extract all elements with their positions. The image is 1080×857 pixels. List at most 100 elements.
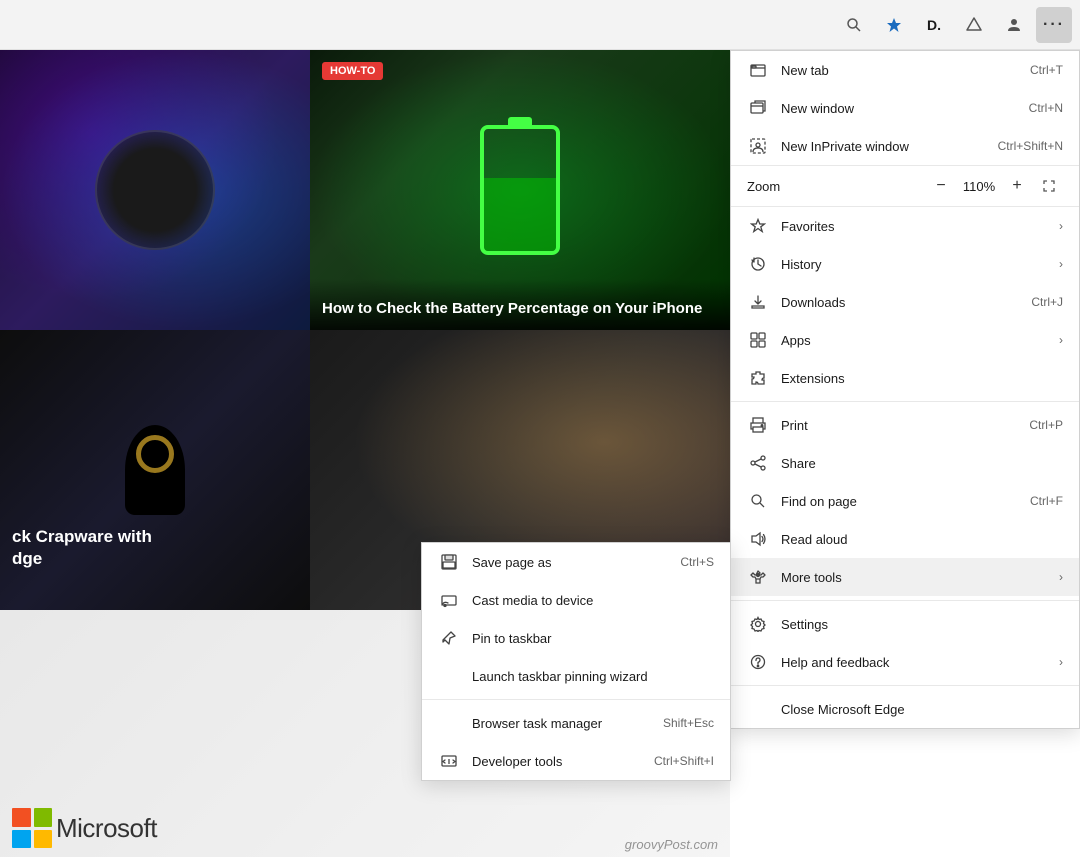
zoom-label: Zoom — [747, 179, 927, 194]
save-page-icon — [438, 551, 460, 573]
submenu-divider — [422, 699, 730, 700]
microsoft-logo-area: Microsoft — [12, 808, 157, 848]
task-manager-shortcut: Shift+Esc — [663, 716, 714, 730]
favorites-icon — [747, 215, 769, 237]
menu-button[interactable]: ··· — [1036, 7, 1072, 43]
favorites-label: Favorites — [781, 219, 1051, 234]
immersive-reader-icon[interactable] — [956, 7, 992, 43]
submenu-save-page[interactable]: Save page as Ctrl+S — [422, 543, 730, 581]
downloads-label: Downloads — [781, 295, 1031, 310]
downloads-icon — [747, 291, 769, 313]
menu-divider-1 — [731, 401, 1079, 402]
apps-label: Apps — [781, 333, 1051, 348]
find-on-page-label: Find on page — [781, 494, 1030, 509]
article-card-keyhole: ck Crapware withdge — [0, 330, 310, 610]
zoom-value: 110% — [955, 179, 1003, 194]
howto-badge: HOW-TO — [322, 62, 383, 80]
menu-share[interactable]: Share — [731, 444, 1079, 482]
read-aloud-label: Read aloud — [781, 532, 1063, 547]
content-area: HOW-TO How to Check the Battery Percenta… — [0, 50, 1080, 857]
dev-tools-shortcut: Ctrl+Shift+I — [654, 754, 714, 768]
menu-favorites[interactable]: Favorites › — [731, 207, 1079, 245]
menu-inprivate[interactable]: New InPrivate window Ctrl+Shift+N — [731, 127, 1079, 165]
menu-divider-2 — [731, 600, 1079, 601]
extensions-icon — [747, 367, 769, 389]
pin-taskbar-label: Pin to taskbar — [472, 631, 552, 646]
dev-tools-label: Developer tools — [472, 754, 562, 769]
groovy-watermark: groovyPost.com — [625, 837, 718, 852]
menu-read-aloud[interactable]: Read aloud — [731, 520, 1079, 558]
collections-toolbar-icon[interactable]: D. — [916, 7, 952, 43]
save-page-shortcut: Ctrl+S — [680, 555, 714, 569]
submenu-cast[interactable]: Cast media to device — [422, 581, 730, 619]
help-icon — [747, 651, 769, 673]
battery-visual — [480, 125, 560, 255]
menu-new-window[interactable]: New window Ctrl+N — [731, 89, 1079, 127]
favorites-arrow: › — [1059, 219, 1063, 233]
help-label: Help and feedback — [781, 655, 1051, 670]
pin-taskbar-icon — [438, 627, 460, 649]
submenu-task-manager[interactable]: Browser task manager Shift+Esc — [422, 704, 730, 742]
more-tools-arrow: › — [1059, 570, 1063, 584]
task-manager-label: Browser task manager — [472, 716, 602, 731]
settings-label: Settings — [781, 617, 1063, 632]
zoom-plus-button[interactable]: + — [1003, 172, 1031, 200]
read-aloud-icon — [747, 528, 769, 550]
search-toolbar-icon[interactable] — [836, 7, 872, 43]
share-label: Share — [781, 456, 1063, 471]
menu-more-tools[interactable]: More tools › — [731, 558, 1079, 596]
zoom-minus-button[interactable]: − — [927, 172, 955, 200]
settings-icon — [747, 613, 769, 635]
more-tools-submenu: Save page as Ctrl+S Cast media to device… — [421, 542, 731, 781]
menu-divider-3 — [731, 685, 1079, 686]
crapware-caption: ck Crapware withdge — [12, 526, 152, 570]
menu-new-tab[interactable]: New tab Ctrl+T — [731, 51, 1079, 89]
menu-history[interactable]: History › — [731, 245, 1079, 283]
inprivate-label: New InPrivate window — [781, 139, 998, 154]
save-page-label: Save page as — [472, 555, 552, 570]
submenu-pin-taskbar[interactable]: Pin to taskbar — [422, 619, 730, 657]
submenu-dev-tools[interactable]: Developer tools Ctrl+Shift+I — [422, 742, 730, 780]
menu-downloads[interactable]: Downloads Ctrl+J — [731, 283, 1079, 321]
print-shortcut: Ctrl+P — [1029, 418, 1063, 432]
profile-icon[interactable] — [996, 7, 1032, 43]
share-icon — [747, 452, 769, 474]
menu-settings[interactable]: Settings — [731, 605, 1079, 643]
apps-icon — [747, 329, 769, 351]
close-edge-label: Close Microsoft Edge — [781, 702, 1063, 717]
article-card-battery: HOW-TO How to Check the Battery Percenta… — [310, 50, 730, 330]
menu-apps[interactable]: Apps › — [731, 321, 1079, 359]
microsoft-text: Microsoft — [56, 813, 157, 844]
new-window-label: New window — [781, 101, 1029, 116]
menu-close-edge[interactable]: Close Microsoft Edge — [731, 690, 1079, 728]
favorites-toolbar-icon[interactable] — [876, 7, 912, 43]
battery-article-caption: How to Check the Battery Percentage on Y… — [310, 279, 730, 331]
new-window-icon — [747, 97, 769, 119]
task-manager-icon — [438, 712, 460, 734]
main-menu: New tab Ctrl+T New window Ctrl+N — [730, 50, 1080, 729]
article-card-dark — [0, 50, 310, 330]
ms-logo-blue — [12, 830, 31, 849]
help-arrow: › — [1059, 655, 1063, 669]
find-icon — [747, 490, 769, 512]
inprivate-shortcut: Ctrl+Shift+N — [998, 139, 1063, 153]
history-arrow: › — [1059, 257, 1063, 271]
more-tools-icon — [747, 566, 769, 588]
submenu-wizard[interactable]: Launch taskbar pinning wizard — [422, 657, 730, 695]
menu-print[interactable]: Print Ctrl+P — [731, 406, 1079, 444]
new-tab-label: New tab — [781, 63, 1030, 78]
inprivate-icon — [747, 135, 769, 157]
close-edge-icon — [747, 698, 769, 720]
new-window-shortcut: Ctrl+N — [1029, 101, 1063, 115]
downloads-shortcut: Ctrl+J — [1031, 295, 1063, 309]
cast-label: Cast media to device — [472, 593, 593, 608]
more-tools-label: More tools — [781, 570, 1051, 585]
dark-circle-visual — [95, 130, 215, 250]
menu-help[interactable]: Help and feedback › — [731, 643, 1079, 681]
menu-find-on-page[interactable]: Find on page Ctrl+F — [731, 482, 1079, 520]
zoom-row: Zoom − 110% + — [731, 165, 1079, 207]
menu-extensions[interactable]: Extensions — [731, 359, 1079, 397]
toolbar-icons: D. ··· — [836, 7, 1072, 43]
zoom-expand-button[interactable] — [1035, 172, 1063, 200]
dev-tools-icon — [438, 750, 460, 772]
